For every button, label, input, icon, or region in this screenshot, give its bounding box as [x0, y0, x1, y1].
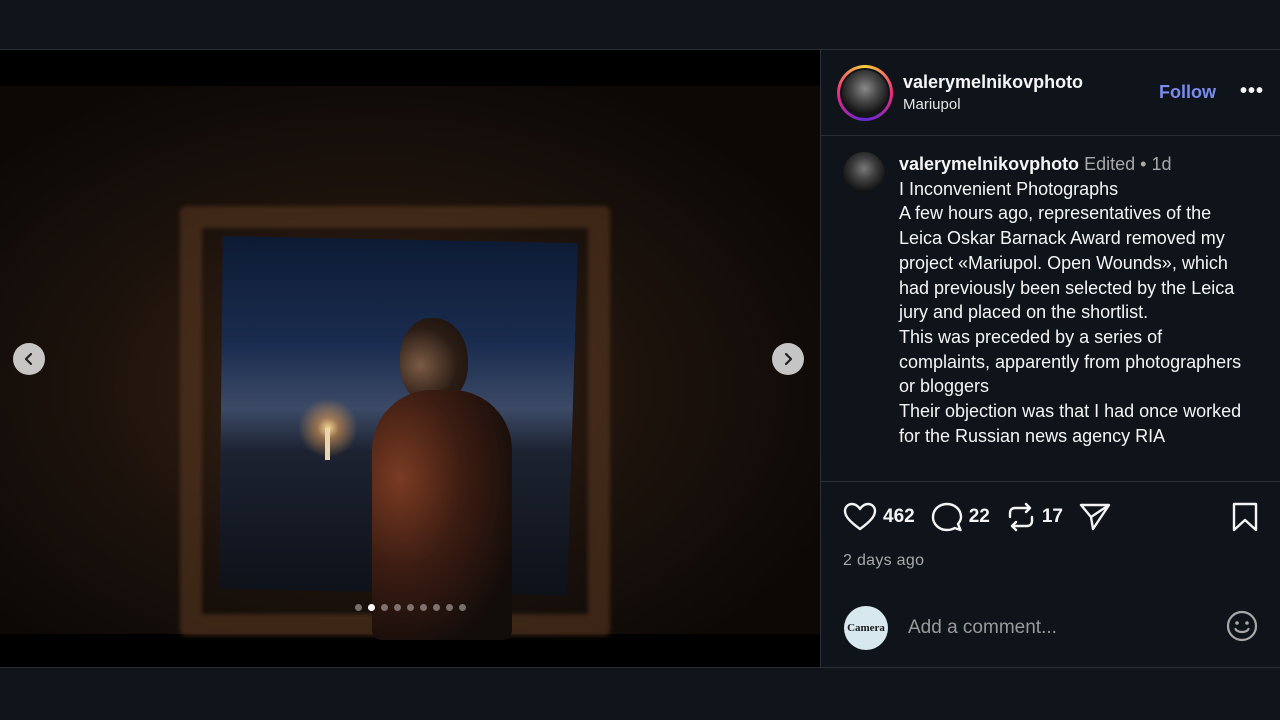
page-backdrop-top [0, 0, 1280, 49]
like-count[interactable]: 462 [883, 506, 915, 528]
caption: valerymelnikovphoto Edited • 1d I Inconv… [899, 152, 1258, 481]
emoji-button[interactable] [1226, 610, 1258, 647]
repost-count[interactable]: 17 [1042, 506, 1063, 528]
commenter-avatar: Camera [844, 606, 888, 650]
follow-button[interactable]: Follow [1159, 82, 1216, 103]
smiley-icon [1226, 610, 1258, 641]
comment-bubble-icon [931, 502, 962, 532]
like-button[interactable]: 462 [843, 502, 915, 532]
author-avatar-frame [840, 67, 890, 118]
share-button[interactable] [1079, 502, 1111, 532]
send-icon [1079, 503, 1111, 531]
carousel-dot [420, 604, 427, 611]
comment-count[interactable]: 22 [969, 506, 990, 528]
carousel-dot [394, 604, 401, 611]
repost-button[interactable]: 17 [1006, 501, 1063, 533]
author-avatar-ring[interactable] [837, 64, 893, 121]
caption-line: A few hours ago, representatives of the … [899, 203, 1240, 323]
caption-first-line: valerymelnikovphoto Edited • 1d [899, 152, 1258, 177]
post-actions: 462 22 17 [821, 482, 1280, 552]
carousel-dot [446, 604, 453, 611]
photo-person-body [372, 390, 512, 640]
caption-username[interactable]: valerymelnikovphoto [899, 154, 1079, 174]
post-photo [0, 86, 820, 640]
chevron-right-icon [784, 352, 793, 366]
meta-separator: • [1140, 154, 1147, 174]
post-location[interactable]: Mariupol [903, 96, 1083, 113]
comment-input[interactable] [906, 616, 1226, 640]
post-date[interactable]: 2 days ago [821, 552, 1280, 570]
author-username[interactable]: valerymelnikovphoto [903, 72, 1083, 93]
carousel-prev-button[interactable] [13, 343, 45, 375]
post-time[interactable]: 1d [1151, 154, 1171, 174]
comment-button[interactable]: 22 [931, 501, 990, 533]
more-options-icon[interactable]: ••• [1240, 80, 1264, 103]
repost-icon [1008, 502, 1034, 532]
caption-avatar[interactable] [843, 152, 885, 194]
carousel-dot [459, 604, 466, 611]
bookmark-icon [1232, 502, 1258, 532]
carousel-dot [433, 604, 440, 611]
caption-line: Their objection was that I had once work… [899, 401, 1247, 446]
photo-candle [325, 428, 330, 460]
carousel-dot [407, 604, 414, 611]
author-avatar [842, 69, 888, 116]
carousel-dots [0, 604, 820, 611]
post-media [0, 50, 820, 667]
photo-person [372, 318, 512, 640]
post-modal: valerymelnikovphoto Mariupol Follow ••• … [0, 49, 1280, 668]
save-button[interactable] [1232, 502, 1258, 537]
chevron-left-icon [24, 352, 33, 366]
page-backdrop-bottom [0, 668, 1280, 720]
header-text: valerymelnikovphoto Mariupol [903, 72, 1083, 113]
post-side-panel: valerymelnikovphoto Mariupol Follow ••• … [820, 50, 1280, 667]
caption-area[interactable]: valerymelnikovphoto Edited • 1d I Inconv… [821, 136, 1280, 482]
carousel-dot [368, 604, 375, 611]
carousel-dot [355, 604, 362, 611]
heart-icon [843, 502, 877, 531]
comment-bar: Camera [822, 600, 1280, 656]
caption-line: This was preceded by a series of complai… [899, 326, 1247, 397]
carousel-dot [381, 604, 388, 611]
post-header: valerymelnikovphoto Mariupol Follow ••• [821, 50, 1280, 136]
edited-label: Edited [1084, 154, 1136, 174]
carousel-next-button[interactable] [772, 343, 804, 375]
caption-line: I Inconvenient Photographs [899, 178, 1119, 199]
